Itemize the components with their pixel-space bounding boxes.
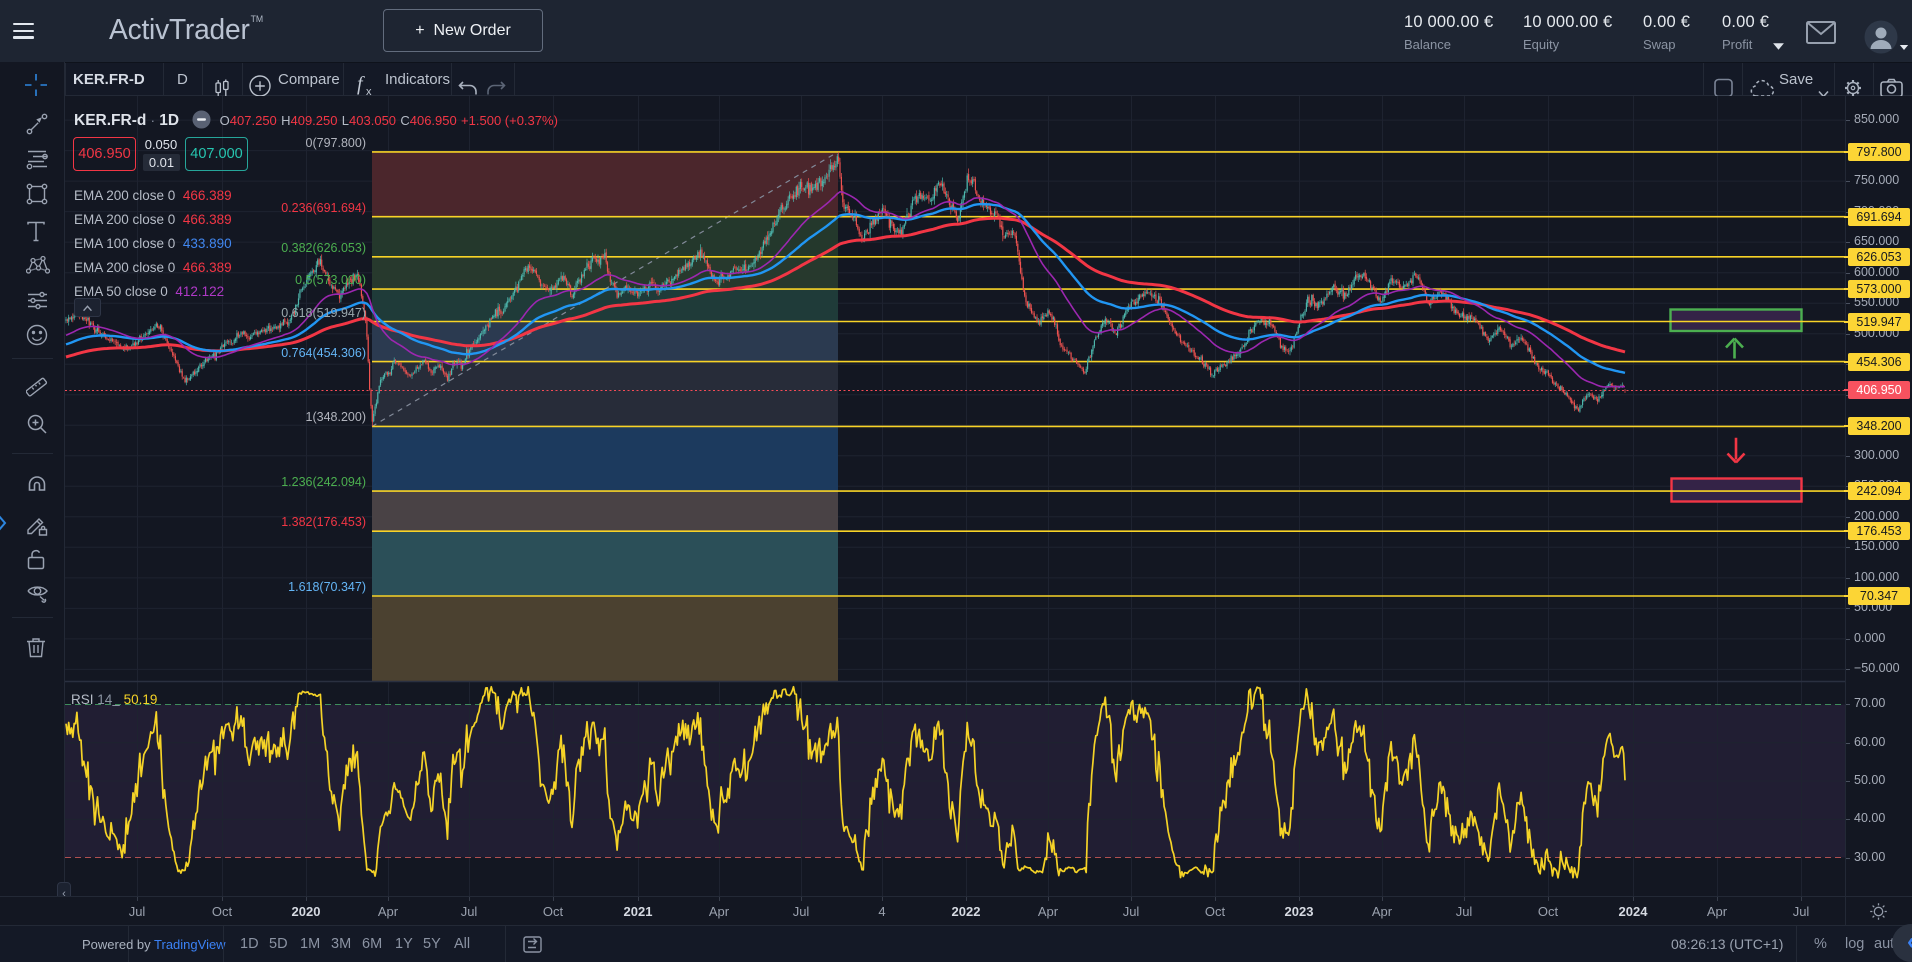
svg-text:f: f	[357, 73, 365, 95]
